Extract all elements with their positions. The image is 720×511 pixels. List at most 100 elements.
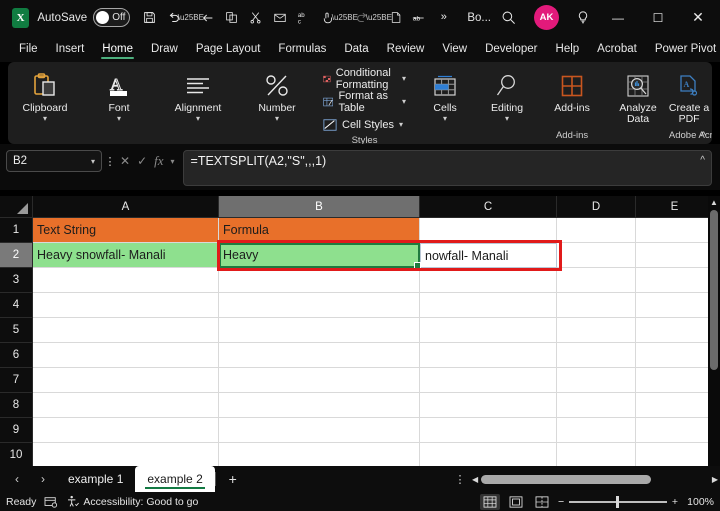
cell-b4[interactable]: [219, 293, 420, 318]
close-button[interactable]: ✕: [678, 1, 718, 35]
tab-insert[interactable]: Insert: [47, 40, 94, 59]
more-commands-icon[interactable]: »: [432, 6, 455, 30]
maximize-button[interactable]: ☐: [638, 1, 678, 35]
chevron-down-icon[interactable]: ▾: [196, 116, 200, 122]
cell-d1[interactable]: [557, 218, 636, 243]
tab-view[interactable]: View: [433, 40, 476, 59]
column-header-d[interactable]: D: [557, 196, 636, 218]
column-header-b[interactable]: B: [219, 196, 420, 218]
scroll-split-handle[interactable]: ⋮: [450, 473, 470, 486]
cell-a9[interactable]: [33, 418, 219, 443]
chevron-down-icon[interactable]: ▾: [43, 116, 47, 122]
cell-d8[interactable]: [557, 393, 636, 418]
avatar[interactable]: AK: [534, 5, 559, 30]
scroll-up-icon[interactable]: ▲: [710, 196, 718, 209]
spelling-icon[interactable]: abc: [292, 6, 315, 30]
font-button[interactable]: A Font ▾: [88, 65, 150, 122]
zoom-in-button[interactable]: +: [672, 496, 678, 508]
cell-c3[interactable]: [420, 268, 557, 293]
number-button[interactable]: Number ▾: [246, 65, 308, 122]
tab-data[interactable]: Data: [335, 40, 377, 59]
cell-a7[interactable]: [33, 368, 219, 393]
cell-c1[interactable]: [420, 218, 557, 243]
analyze-data-button[interactable]: Analyze Data: [611, 65, 665, 125]
cell-e4[interactable]: [636, 293, 714, 318]
zoom-level[interactable]: 100%: [684, 496, 714, 508]
page-layout-view-button[interactable]: [506, 494, 526, 510]
create-pdf-button[interactable]: A Create a PDF: [665, 65, 712, 125]
cell-a2[interactable]: Heavy snowfall- Manali: [33, 243, 219, 268]
add-sheet-button[interactable]: +: [216, 467, 250, 491]
undo-dropdown-icon[interactable]: \u25BE: [186, 13, 195, 22]
strikethrough-icon[interactable]: ab: [408, 6, 431, 30]
cell-d6[interactable]: [557, 343, 636, 368]
row-header-7[interactable]: 7: [0, 368, 33, 393]
scroll-left-icon[interactable]: ◀: [472, 475, 478, 484]
tab-draw[interactable]: Draw: [142, 40, 187, 59]
fx-icon[interactable]: fx: [154, 153, 163, 169]
cell-c6[interactable]: [420, 343, 557, 368]
column-header-c[interactable]: C: [420, 196, 557, 218]
chevron-left-icon[interactable]: ‹: [4, 467, 30, 491]
new-file-icon[interactable]: [384, 6, 407, 30]
touch-mode-dropdown-icon[interactable]: \u25BE: [340, 13, 349, 22]
tab-formulas[interactable]: Formulas: [269, 40, 335, 59]
cell-a8[interactable]: [33, 393, 219, 418]
column-header-a[interactable]: A: [33, 196, 219, 218]
cell-b8[interactable]: [219, 393, 420, 418]
row-header-3[interactable]: 3: [0, 268, 33, 293]
page-break-view-button[interactable]: [532, 494, 552, 510]
tab-help[interactable]: Help: [547, 40, 589, 59]
cell-styles-button[interactable]: Cell Styles ▾: [320, 114, 406, 135]
row-header-6[interactable]: 6: [0, 343, 33, 368]
chevron-down-icon[interactable]: ▾: [505, 116, 509, 122]
tab-review[interactable]: Review: [378, 40, 434, 59]
horizontal-scroll-thumb[interactable]: [481, 475, 651, 484]
expand-formula-bar-icon[interactable]: ^: [700, 155, 705, 166]
tab-file[interactable]: File: [10, 40, 47, 59]
cell-b9[interactable]: [219, 418, 420, 443]
minimize-button[interactable]: —: [598, 1, 638, 35]
cell-c8[interactable]: [420, 393, 557, 418]
cell-a10[interactable]: [33, 443, 219, 468]
cell-d9[interactable]: [557, 418, 636, 443]
cell-b5[interactable]: [219, 318, 420, 343]
cell-c7[interactable]: [420, 368, 557, 393]
cell-a3[interactable]: [33, 268, 219, 293]
scroll-right-icon[interactable]: ▶: [712, 475, 718, 484]
chevron-down-icon[interactable]: ▾: [402, 97, 406, 106]
cell-e6[interactable]: [636, 343, 714, 368]
vertical-scroll-thumb[interactable]: [710, 210, 718, 370]
chevron-down-icon[interactable]: ▾: [91, 157, 95, 166]
cell-d4[interactable]: [557, 293, 636, 318]
normal-view-button[interactable]: [480, 494, 500, 510]
cell-a5[interactable]: [33, 318, 219, 343]
search-icon[interactable]: [491, 4, 525, 32]
chevron-down-icon[interactable]: ▾: [117, 116, 121, 122]
cell-a6[interactable]: [33, 343, 219, 368]
autosave-toggle[interactable]: Off: [93, 8, 130, 27]
row-header-9[interactable]: 9: [0, 418, 33, 443]
vertical-scrollbar[interactable]: ▲: [708, 196, 720, 466]
horizontal-scrollbar[interactable]: ◀ ▶: [470, 472, 720, 486]
cell-c10[interactable]: [420, 443, 557, 468]
cell-e5[interactable]: [636, 318, 714, 343]
cell-b6[interactable]: [219, 343, 420, 368]
chevron-up-icon[interactable]: ^: [701, 130, 706, 142]
lightbulb-icon[interactable]: [568, 4, 598, 32]
cell-e10[interactable]: [636, 443, 714, 468]
cell-c4[interactable]: [420, 293, 557, 318]
chevron-down-icon[interactable]: ▾: [399, 120, 403, 129]
horizontal-scroll-track[interactable]: [481, 475, 709, 484]
clipboard-button[interactable]: Clipboard ▾: [14, 65, 76, 122]
save-icon[interactable]: [138, 6, 161, 30]
format-as-table-button[interactable]: Format as Table ▾: [320, 91, 409, 112]
cell-b2[interactable]: Heavy: [219, 243, 420, 268]
cell-e7[interactable]: [636, 368, 714, 393]
alignment-button[interactable]: Alignment ▾: [162, 65, 234, 122]
chevron-down-icon[interactable]: ▾: [275, 116, 279, 122]
row-header-2[interactable]: 2: [0, 243, 33, 268]
cell-d10[interactable]: [557, 443, 636, 468]
zoom-track[interactable]: [569, 501, 667, 503]
cell-d7[interactable]: [557, 368, 636, 393]
